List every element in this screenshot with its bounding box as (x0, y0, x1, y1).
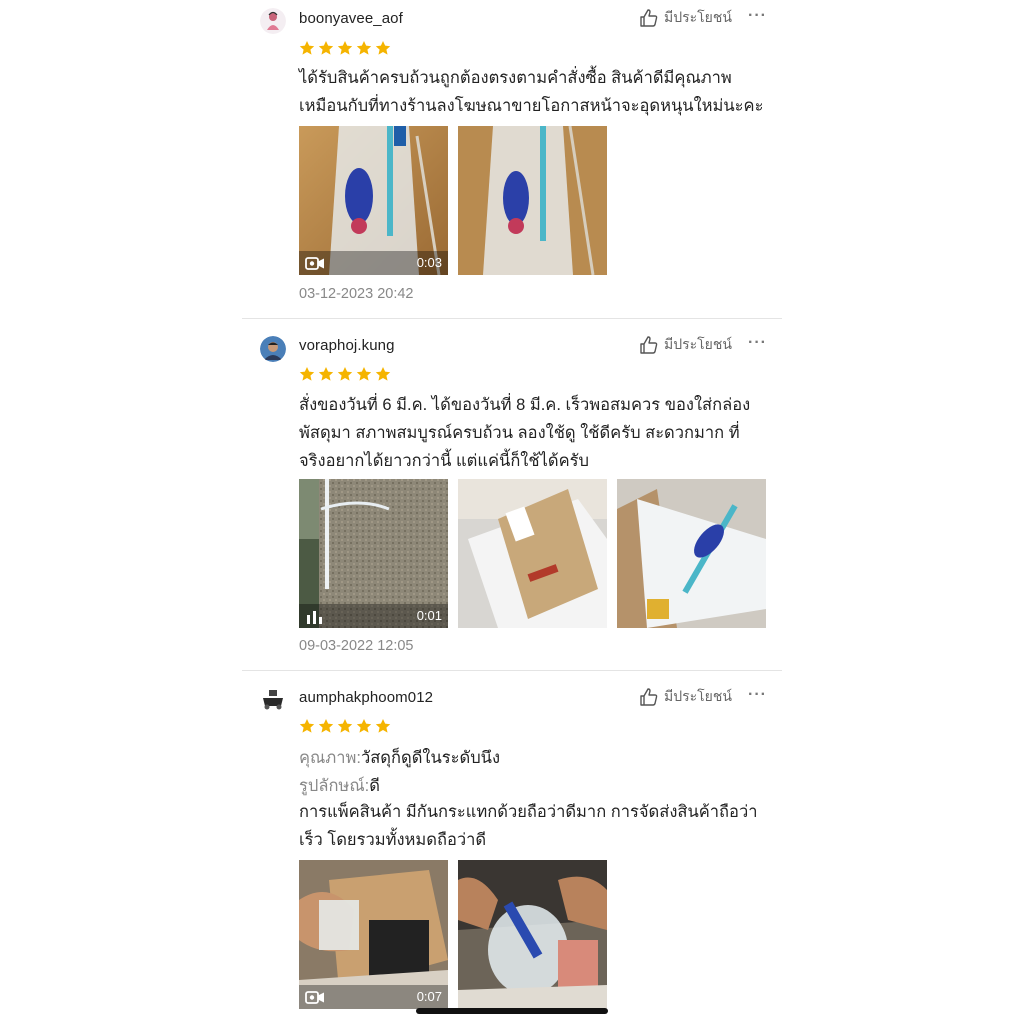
star-icon (356, 40, 372, 56)
star-icon (356, 366, 372, 382)
avatar[interactable] (260, 336, 286, 362)
attribute-value: ดี (369, 777, 380, 795)
star-icon (318, 40, 334, 56)
review-timestamp: 09-03-2022 12:05 (299, 638, 414, 654)
thumbs-up-icon (639, 335, 659, 355)
thumbs-up-icon (639, 687, 659, 707)
avatar[interactable] (260, 8, 286, 34)
star-icon (337, 40, 353, 56)
star-rating (299, 718, 391, 734)
attribute-label: รูปลักษณ์: (299, 777, 370, 795)
review-video-thumbnail[interactable]: 0:07 (299, 860, 448, 1009)
review-video-thumbnail[interactable]: 0:03 (299, 126, 448, 275)
review-text: ได้รับสินค้าครบถ้วนถูกต้องตรงตามคำสั่งซื… (299, 64, 769, 120)
review-text-line: ได้รับสินค้าครบถ้วนถูกต้องตรงตามคำสั่งซื… (299, 69, 732, 87)
attribute-appearance: รูปลักษณ์:ดี (299, 772, 769, 800)
audio-level-icon (305, 609, 325, 624)
review-text-line: พัสดุมา สภาพสมบูรณ์ครบถ้วน ลองใช้ดู ใช้ด… (299, 424, 740, 442)
username[interactable]: aumphakphoom012 (299, 689, 433, 706)
review-text: การแพ็คสินค้า มีกันกระแทกด้วยถือว่าดีมาก… (299, 798, 769, 854)
review-text-line: จริงอยากได้ยาวกว่านี้ แต่แค่นี้ก็ใช้ได้ค… (299, 452, 589, 470)
review-photo-thumbnail[interactable] (617, 479, 766, 628)
review-timestamp: 03-12-2023 20:42 (299, 286, 414, 302)
star-icon (375, 366, 391, 382)
review-text-line: เร็ว โดยรวมทั้งหมดถือว่าดี (299, 831, 487, 849)
attribute-label: คุณภาพ: (299, 749, 361, 767)
video-camera-icon (305, 256, 325, 271)
star-icon (299, 366, 315, 382)
review-attributes: คุณภาพ:วัสดุก็ดูดีในระดับนึง รูปลักษณ์:ด… (299, 744, 769, 800)
username[interactable]: voraphoj.kung (299, 337, 395, 354)
avatar[interactable] (260, 686, 286, 712)
username[interactable]: boonyavee_aof (299, 10, 403, 27)
helpful-label: มีประโยชน์ (664, 688, 732, 704)
helpful-button[interactable]: มีประโยชน์ (639, 7, 732, 29)
helpful-button[interactable]: มีประโยชน์ (639, 334, 732, 356)
review-card: boonyavee_aof มีประโยชน์ ··· ได้รับสินค้… (242, 0, 782, 318)
review-card: voraphoj.kung มีประโยชน์ ··· สั่งของวันท… (242, 320, 782, 670)
review-photo-thumbnail[interactable] (458, 126, 607, 275)
star-icon (299, 718, 315, 734)
star-icon (356, 718, 372, 734)
attribute-quality: คุณภาพ:วัสดุก็ดูดีในระดับนึง (299, 744, 769, 772)
review-text-line: เหมือนกับที่ทางร้านลงโฆษณาขายโอกาสหน้าจะ… (299, 97, 764, 115)
review-text-line: สั่งของวันที่ 6 มี.ค. ได้ของวันที่ 8 มี.… (299, 396, 751, 414)
attribute-value: วัสดุก็ดูดีในระดับนึง (360, 749, 501, 767)
review-photo-thumbnail[interactable] (458, 860, 607, 1009)
divider (242, 670, 782, 671)
more-options-icon[interactable]: ··· (748, 686, 767, 704)
video-duration: 0:03 (416, 255, 442, 270)
star-icon (318, 366, 334, 382)
divider (242, 318, 782, 319)
star-icon (299, 40, 315, 56)
star-icon (337, 366, 353, 382)
helpful-label: มีประโยชน์ (664, 336, 732, 352)
star-icon (375, 40, 391, 56)
review-card: aumphakphoom012 มีประโยชน์ ··· คุณภาพ:วั… (242, 672, 782, 1024)
home-indicator[interactable] (416, 1008, 608, 1014)
video-camera-icon (305, 990, 325, 1005)
star-rating (299, 40, 391, 56)
review-text-line: การแพ็คสินค้า มีกันกระแทกด้วยถือว่าดีมาก… (299, 803, 758, 821)
review-text: สั่งของวันที่ 6 มี.ค. ได้ของวันที่ 8 มี.… (299, 391, 769, 475)
review-list: boonyavee_aof มีประโยชน์ ··· ได้รับสินค้… (242, 0, 782, 1024)
helpful-label: มีประโยชน์ (664, 9, 732, 25)
video-duration: 0:01 (416, 608, 442, 623)
star-icon (375, 718, 391, 734)
star-icon (337, 718, 353, 734)
review-video-thumbnail[interactable]: 0:01 (299, 479, 448, 628)
more-options-icon[interactable]: ··· (748, 334, 767, 352)
star-icon (318, 718, 334, 734)
thumbs-up-icon (639, 8, 659, 28)
helpful-button[interactable]: มีประโยชน์ (639, 686, 732, 708)
star-rating (299, 366, 391, 382)
more-options-icon[interactable]: ··· (748, 7, 767, 25)
review-photo-thumbnail[interactable] (458, 479, 607, 628)
video-duration: 0:07 (416, 989, 442, 1004)
